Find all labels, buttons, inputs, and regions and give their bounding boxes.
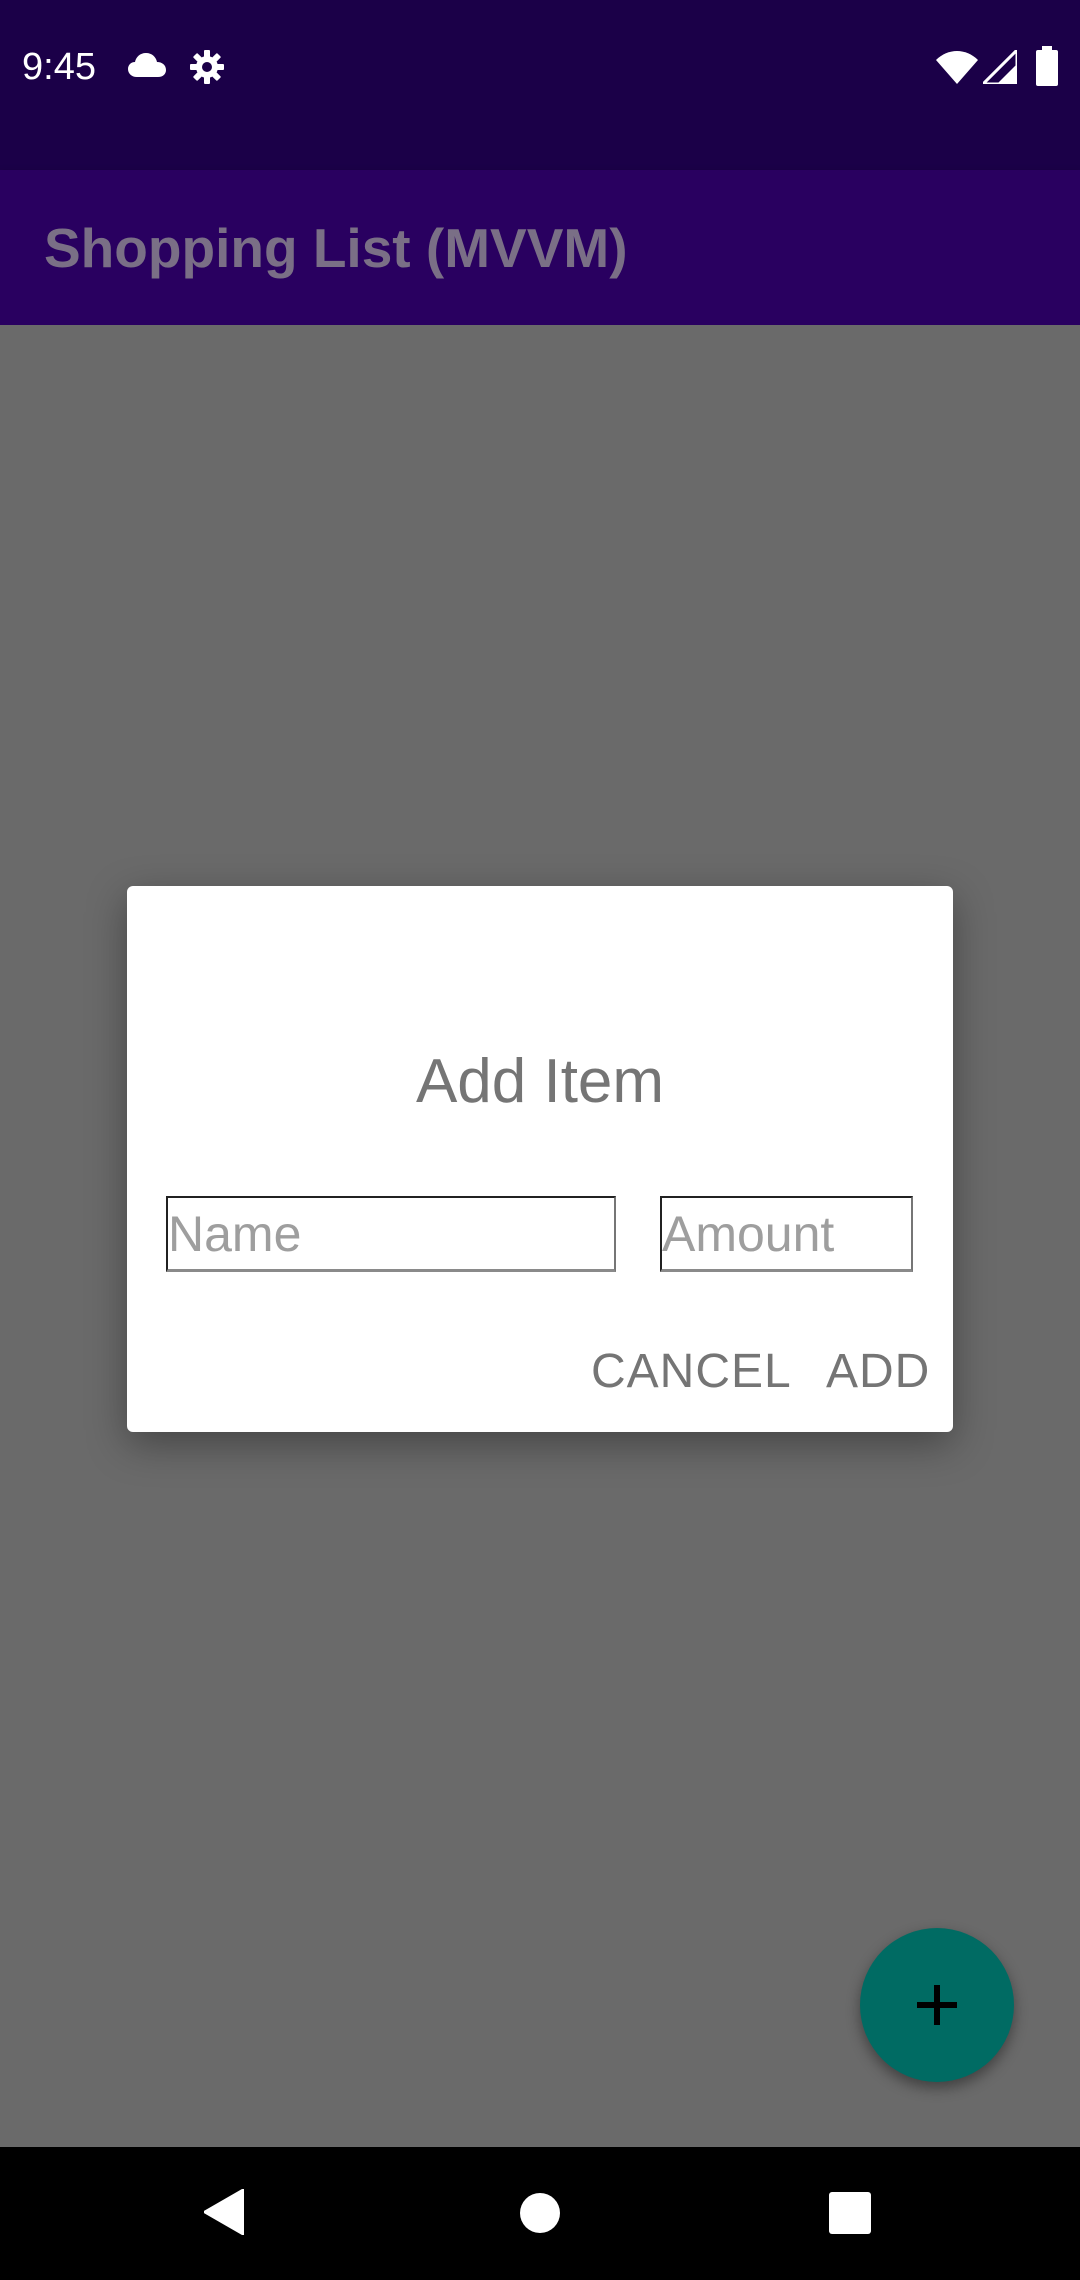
status-time: 9:45 [22, 46, 96, 88]
wifi-icon [936, 51, 978, 84]
status-bar: 9:45 [0, 0, 1080, 170]
add-button[interactable]: ADD [826, 1346, 930, 1398]
navigation-bar [0, 2147, 1080, 2280]
app-title: Shopping List (MVVM) [44, 217, 628, 279]
gear-icon [190, 50, 224, 84]
plus-icon [917, 1985, 957, 2025]
amount-input[interactable] [660, 1196, 913, 1272]
dialog-title: Add Item [415, 1047, 665, 1116]
app-bar: Shopping List (MVVM) [0, 170, 1080, 325]
add-item-dialog: Add Item CANCEL ADD [127, 886, 953, 1432]
cloud-icon [128, 53, 166, 77]
recents-icon[interactable] [829, 2192, 871, 2234]
back-icon[interactable] [204, 2189, 244, 2235]
name-input[interactable] [166, 1196, 616, 1272]
add-item-fab[interactable] [860, 1928, 1014, 2082]
signal-icon [983, 50, 1017, 84]
battery-icon [1036, 46, 1058, 86]
home-icon[interactable] [519, 2192, 561, 2234]
cancel-button[interactable]: CANCEL [591, 1346, 792, 1398]
